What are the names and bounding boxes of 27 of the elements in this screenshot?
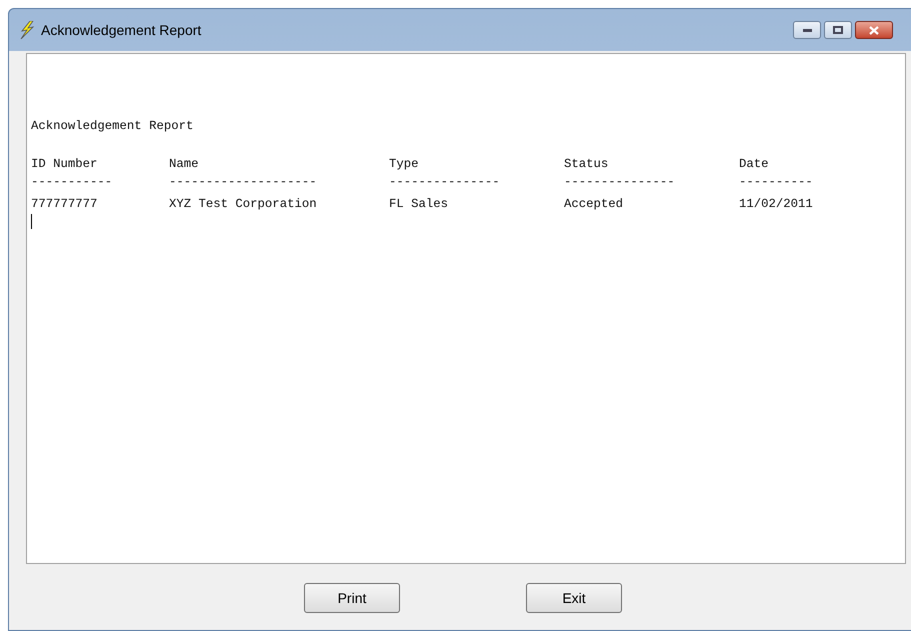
column-rule: --------------- <box>564 175 675 189</box>
report-cell: 777777777 <box>31 197 98 211</box>
report-cell: FL Sales <box>389 197 448 211</box>
column-header: Type <box>389 157 419 171</box>
column-rule: -------------------- <box>169 175 317 189</box>
report-cell: XYZ Test Corporation <box>169 197 317 211</box>
maximize-icon <box>833 26 843 34</box>
column-header: Status <box>564 157 608 171</box>
column-header: Name <box>169 157 199 171</box>
column-header: ID Number <box>31 157 98 171</box>
window-title: Acknowledgement Report <box>41 20 202 40</box>
column-rule: --------------- <box>389 175 500 189</box>
dialog-button[interactable]: Print <box>304 583 400 613</box>
report-cell: 11/02/2011 <box>739 197 813 211</box>
column-header: Date <box>739 157 769 171</box>
text-cursor <box>31 214 32 229</box>
dialog-button[interactable]: Exit <box>526 583 622 613</box>
maximize-button[interactable] <box>824 21 852 39</box>
report-heading: Acknowledgement Report <box>31 118 194 134</box>
close-button[interactable] <box>855 21 893 39</box>
report-cell: Accepted <box>564 197 624 211</box>
minimize-icon <box>802 28 812 32</box>
column-rule: ---------- <box>739 175 813 189</box>
close-icon <box>869 26 879 34</box>
column-rule: ----------- <box>31 175 112 189</box>
minimize-button[interactable] <box>793 21 821 39</box>
lightning-icon <box>19 21 35 39</box>
